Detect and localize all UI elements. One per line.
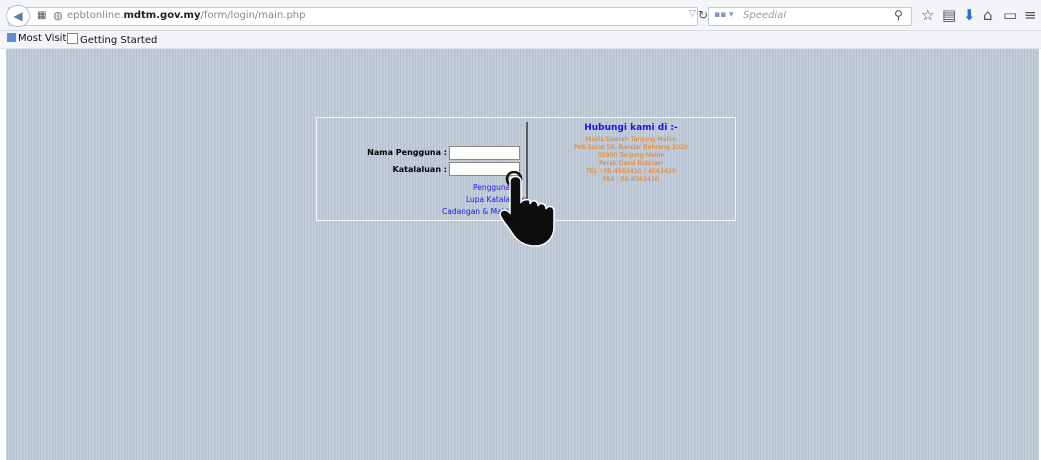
bookmark-getting-started[interactable]: Getting Started xyxy=(67,33,157,46)
password-label: Katalaluan : xyxy=(392,165,447,174)
contact-line: Majlis Daerah Tanjung Malim xyxy=(585,136,677,143)
folder-icon xyxy=(7,33,16,42)
search-placeholder: Speedial xyxy=(743,10,787,21)
browser-toolbar: ▦ ◍ epbtonline.mdtm.gov.my/form/login/ma… xyxy=(0,0,1041,31)
globe-icon: ◍ xyxy=(53,9,63,22)
username-input[interactable] xyxy=(449,146,520,160)
hand-pointer-icon xyxy=(499,171,555,247)
bookmark-label: Getting Started xyxy=(80,35,158,46)
url-path: /form/login/main.php xyxy=(200,10,306,21)
username-label: Nama Pengguna : xyxy=(367,148,447,157)
url-domain: mdtm.gov.my xyxy=(123,10,201,21)
contact-line: 35900 Tanjung Malim xyxy=(597,152,665,159)
home-icon[interactable]: ⌂ xyxy=(983,6,993,24)
search-bar[interactable]: ▪▪ ▾ Speedial ⚲ xyxy=(708,7,912,26)
page-icon xyxy=(67,33,78,44)
window-icon[interactable]: ▭ xyxy=(1003,6,1017,24)
contact-line: Perak Darul Ridzuan xyxy=(599,160,663,167)
reading-list-icon[interactable]: ▤ xyxy=(942,6,956,24)
bookmarks-toolbar: Most Visited Getting Started xyxy=(0,31,1041,49)
site-identity-icon[interactable]: ▦ xyxy=(37,10,46,21)
address-bar[interactable]: ▦ ◍ epbtonline.mdtm.gov.my/form/login/ma… xyxy=(8,7,708,26)
magnifier-icon[interactable]: ⚲ xyxy=(894,8,903,22)
menu-icon[interactable]: ≡ xyxy=(1024,6,1037,24)
reload-icon[interactable]: ↻ xyxy=(698,8,708,22)
download-icon[interactable]: ⬇ xyxy=(963,6,976,24)
url-text[interactable]: epbtonline.mdtm.gov.my/form/login/main.p… xyxy=(67,10,305,21)
contact-line: FAX : 05-4563430 xyxy=(602,176,660,183)
history-dropdown-icon[interactable]: ▽ xyxy=(689,9,696,19)
contact-line: Peti Surat 59, Bandar Behrang 2020 xyxy=(574,144,688,151)
page-content: Nama Pengguna : Katalaluan : Pengguna Lu… xyxy=(6,49,1039,460)
search-engine-icon[interactable]: ▪▪ ▾ xyxy=(714,10,734,20)
contact-line: TEL : 05-4563410 / 4563420 xyxy=(586,168,676,175)
back-arrow-icon: ◀ xyxy=(13,9,23,23)
url-prefix: epbtonline. xyxy=(67,10,124,21)
star-bookmark-icon[interactable]: ☆ xyxy=(921,6,934,24)
back-button[interactable]: ◀ xyxy=(6,5,30,27)
contact-title: Hubungi kami di :- xyxy=(584,123,678,133)
